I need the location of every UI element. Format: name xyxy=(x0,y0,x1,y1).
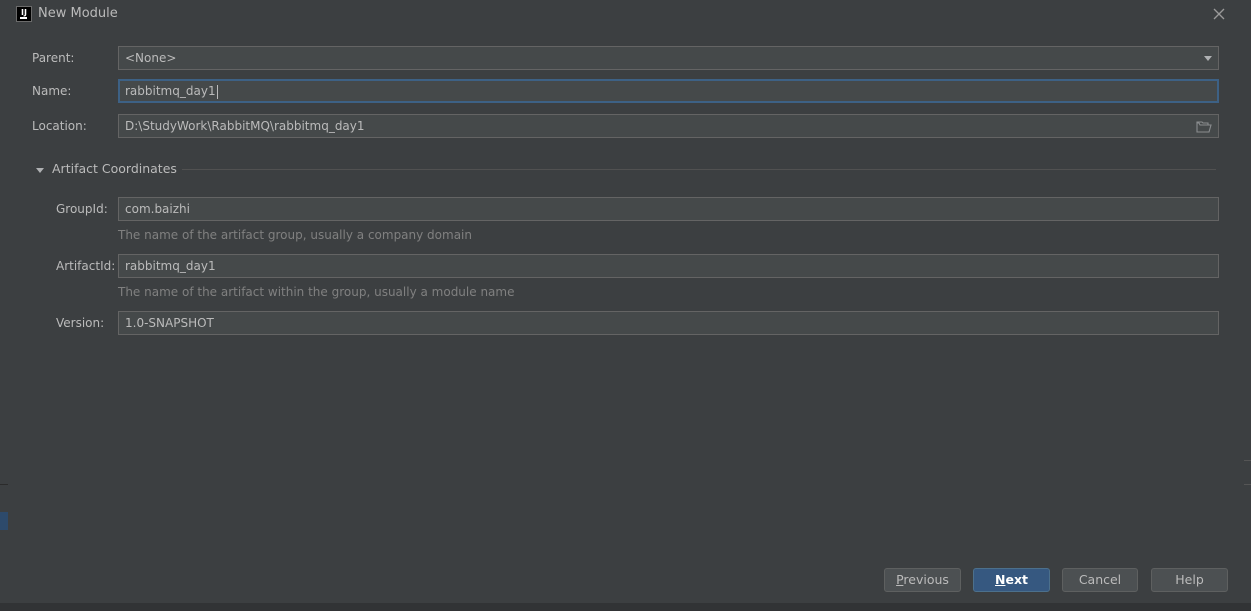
previous-button[interactable]: Previous xyxy=(884,568,961,592)
background-divider xyxy=(1244,484,1251,485)
new-module-dialog: IJ New Module Parent: <None> Name: rabbi… xyxy=(8,0,1244,603)
cancel-button[interactable]: Cancel xyxy=(1062,568,1138,592)
name-label: Name: xyxy=(32,84,72,98)
name-value: rabbitmq_day1 xyxy=(125,84,216,98)
background-divider xyxy=(1244,460,1251,461)
artifactid-label: ArtifactId: xyxy=(56,259,116,273)
location-value: D:\StudyWork\RabbitMQ\rabbitmq_day1 xyxy=(125,119,365,133)
triangle-down-icon[interactable] xyxy=(35,164,45,174)
text-caret xyxy=(216,84,218,99)
background-divider xyxy=(0,484,8,485)
background-ide-right xyxy=(1244,0,1251,611)
dialog-title: New Module xyxy=(38,6,118,21)
groupid-label: GroupId: xyxy=(56,202,108,216)
version-value: 1.0-SNAPSHOT xyxy=(125,316,214,330)
location-label: Location: xyxy=(32,119,87,133)
app-icon-text: IJ xyxy=(21,8,27,17)
location-input[interactable]: D:\StudyWork\RabbitMQ\rabbitmq_day1 xyxy=(118,114,1219,138)
artifactid-input[interactable]: rabbitmq_day1 xyxy=(118,254,1219,278)
parent-value: <None> xyxy=(125,51,177,65)
folder-icon[interactable] xyxy=(1196,119,1212,133)
parent-label: Parent: xyxy=(32,51,75,65)
next-label: ext xyxy=(1005,572,1028,587)
groupid-value: com.baizhi xyxy=(125,202,190,216)
help-button[interactable]: Help xyxy=(1151,568,1228,592)
app-icon-bar xyxy=(20,17,27,19)
next-mnemonic: N xyxy=(995,572,1006,587)
artifactid-value: rabbitmq_day1 xyxy=(125,259,216,273)
artifact-coordinates-title[interactable]: Artifact Coordinates xyxy=(52,161,177,176)
groupid-input[interactable]: com.baizhi xyxy=(118,197,1219,221)
parent-combobox[interactable]: <None> xyxy=(118,46,1219,70)
background-selection-stripe xyxy=(0,512,8,530)
background-ide-bottom xyxy=(0,603,1251,611)
chevron-down-icon[interactable] xyxy=(1204,56,1212,61)
previous-label: revious xyxy=(903,572,949,587)
groupid-hint: The name of the artifact group, usually … xyxy=(118,228,472,242)
intellij-app-icon: IJ xyxy=(16,6,32,22)
dialog-titlebar: IJ New Module xyxy=(8,0,1244,30)
artifactid-hint: The name of the artifact within the grou… xyxy=(118,285,515,299)
version-label: Version: xyxy=(56,316,105,330)
section-divider xyxy=(182,169,1216,170)
version-input[interactable]: 1.0-SNAPSHOT xyxy=(118,311,1219,335)
close-icon[interactable] xyxy=(1210,5,1228,23)
name-input[interactable]: rabbitmq_day1 xyxy=(118,79,1219,103)
next-button[interactable]: Next xyxy=(973,568,1050,592)
background-ide-left xyxy=(0,0,8,611)
